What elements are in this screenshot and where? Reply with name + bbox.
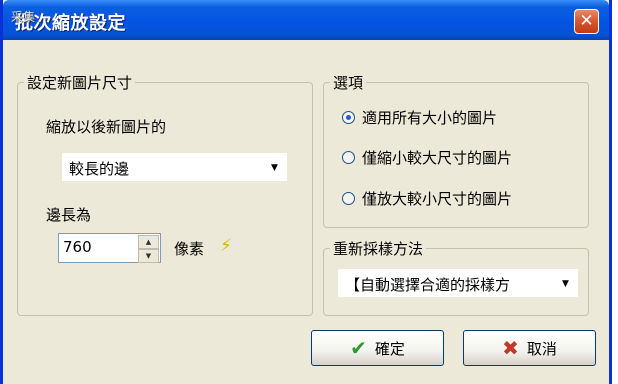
lightning-icon[interactable]: ⚡ <box>220 236 232 256</box>
ok-button[interactable]: ✔ 確定 <box>311 330 444 366</box>
radio-enlarge-only-label: 僅放大較小尺寸的圖片 <box>362 190 513 208</box>
length-label: 邊長為 <box>46 206 92 224</box>
resample-group: 重新採樣方法 【自動選擇合適的採樣方 ▼ <box>323 238 589 316</box>
length-spinner[interactable]: 760 ▲ ▼ <box>58 233 161 263</box>
radio-shrink-only-label: 僅縮小較大尺寸的圖片 <box>362 149 513 167</box>
radio-button[interactable] <box>342 151 355 164</box>
resample-select-value: 【自動選擇合適的採樣方 <box>345 276 511 294</box>
close-button[interactable]: ✕ <box>574 9 599 34</box>
resample-select[interactable]: 【自動選擇合適的採樣方 ▼ <box>338 269 578 297</box>
dialog-window: 批次縮放設定 采集 ✕ 設定新圖片尺寸 縮放以後新圖片的 較長的邊 ▼ 邊長為 … <box>0 0 612 384</box>
spin-down-button[interactable]: ▼ <box>138 249 159 263</box>
scale-label: 縮放以後新圖片的 <box>46 118 167 136</box>
options-group: 選項 適用所有大小的圖片 僅縮小較大尺寸的圖片 僅放大較小尺寸的圖片 <box>323 72 589 228</box>
resample-group-legend: 重新採樣方法 <box>330 238 427 259</box>
cancel-button[interactable]: ✖ 取消 <box>463 330 596 366</box>
ok-button-label: 確定 <box>374 339 405 358</box>
radio-shrink-only[interactable]: 僅縮小較大尺寸的圖片 <box>342 147 512 168</box>
radio-enlarge-only[interactable]: 僅放大較小尺寸的圖片 <box>342 188 512 209</box>
spinner-buttons: ▲ ▼ <box>138 235 159 263</box>
close-icon: ✕ <box>579 11 594 31</box>
checkmark-icon: ✔ <box>350 336 367 360</box>
cancel-button-label: 取消 <box>526 339 557 358</box>
radio-button[interactable] <box>342 192 355 205</box>
size-group: 設定新圖片尺寸 縮放以後新圖片的 較長的邊 ▼ 邊長為 760 ▲ ▼ 像素 ⚡ <box>17 72 313 316</box>
spin-up-button[interactable]: ▲ <box>138 235 159 249</box>
cross-icon: ✖ <box>502 336 519 360</box>
chevron-down-icon[interactable]: ▼ <box>266 159 283 177</box>
side-select-value: 較長的邊 <box>69 160 130 178</box>
title-overlay-text: 采集 <box>11 10 36 24</box>
options-group-legend: 選項 <box>330 72 367 93</box>
title-bar[interactable]: 批次縮放設定 采集 ✕ <box>3 0 609 40</box>
radio-button-selected[interactable] <box>342 111 355 124</box>
size-group-legend: 設定新圖片尺寸 <box>24 72 136 93</box>
radio-all-sizes-label: 適用所有大小的圖片 <box>362 109 498 127</box>
radio-all-sizes[interactable]: 適用所有大小的圖片 <box>342 107 497 128</box>
side-select[interactable]: 較長的邊 ▼ <box>62 153 287 181</box>
length-value[interactable]: 760 <box>63 238 92 256</box>
chevron-down-icon[interactable]: ▼ <box>557 275 574 293</box>
unit-label: 像素 <box>174 240 205 258</box>
